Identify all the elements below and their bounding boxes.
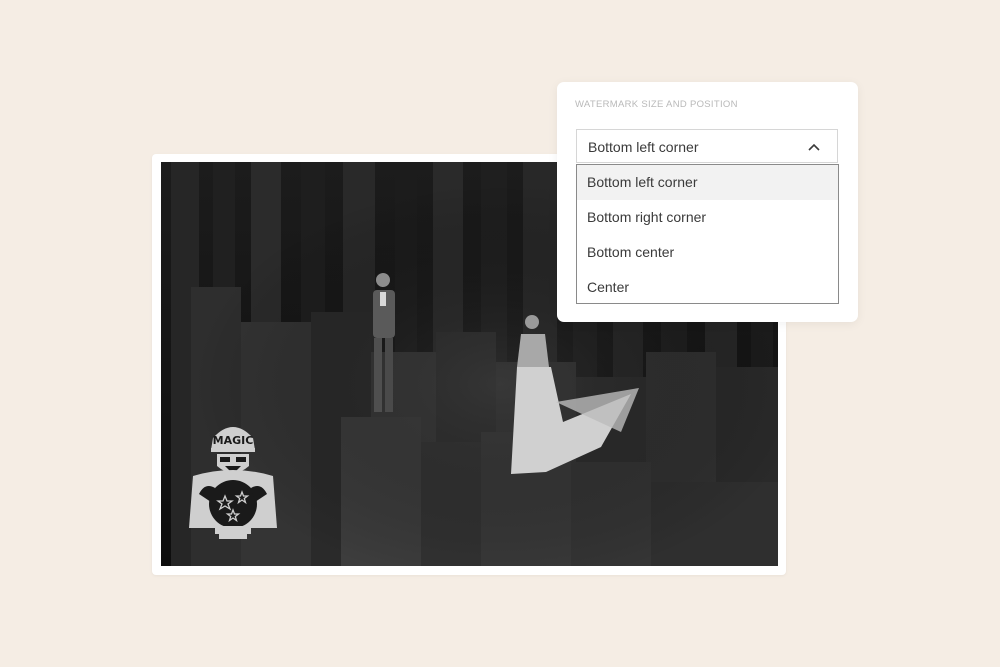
option-bottom-center[interactable]: Bottom center bbox=[577, 235, 838, 270]
position-select[interactable]: Bottom left corner bbox=[576, 129, 838, 163]
select-current-value: Bottom left corner bbox=[588, 139, 699, 155]
watermark-settings-panel: WATERMARK SIZE AND POSITION Bottom left … bbox=[557, 82, 858, 322]
option-bottom-right-corner[interactable]: Bottom right corner bbox=[577, 200, 838, 235]
position-options-list: Bottom left corner Bottom right corner B… bbox=[576, 164, 839, 304]
panel-title: WATERMARK SIZE AND POSITION bbox=[575, 99, 738, 110]
fortune-teller-icon: MAGIC bbox=[189, 427, 277, 539]
option-bottom-left-corner[interactable]: Bottom left corner bbox=[577, 165, 838, 200]
watermark-cap-text: MAGIC bbox=[213, 434, 254, 447]
chevron-up-icon bbox=[808, 143, 820, 151]
option-center[interactable]: Center bbox=[577, 270, 838, 305]
